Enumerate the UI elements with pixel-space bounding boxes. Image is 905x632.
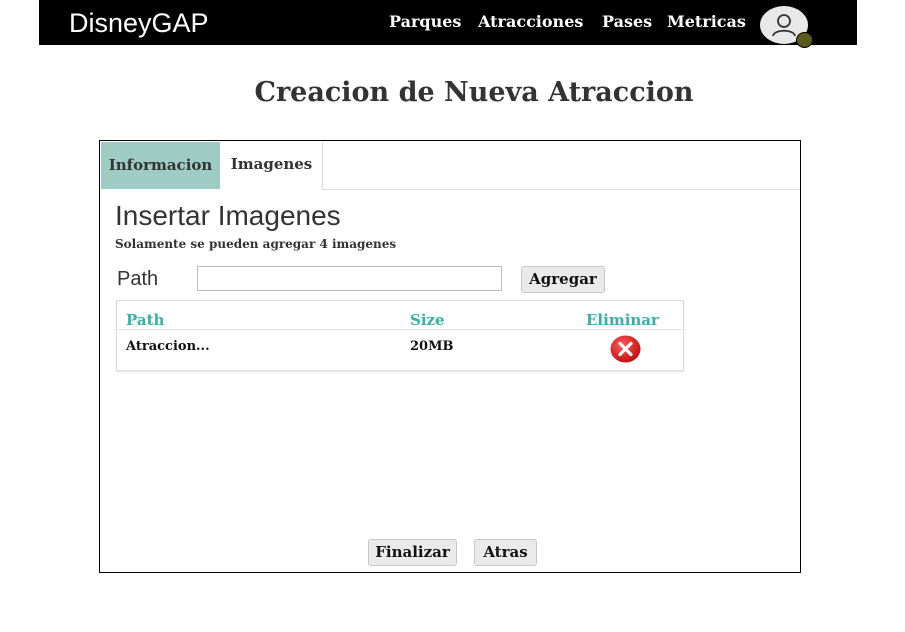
tab-divider (322, 189, 800, 190)
brand-logo[interactable]: DisneyGAP (69, 7, 209, 39)
path-input[interactable] (197, 266, 502, 291)
path-label: Path (117, 268, 159, 290)
section-title: Insertar Imagenes (115, 200, 341, 231)
top-navbar: DisneyGAP Parques Atracciones Pases Metr… (39, 0, 857, 48)
cell-size: 20MB (410, 339, 454, 354)
creation-panel: Informacion Imagenes Insertar Imagenes S… (99, 140, 801, 573)
close-circle-icon (610, 335, 641, 363)
tab-imagenes-label: Imagenes (230, 155, 313, 173)
page-title: Creacion de Nueva Atraccion (254, 77, 694, 108)
section-subtitle: Solamente se pueden agregar 4 imagenes (115, 237, 397, 251)
row-divider (117, 329, 683, 330)
add-button[interactable]: Agregar (521, 266, 605, 293)
column-header-eliminar: Eliminar (586, 311, 659, 329)
nav-parques[interactable]: Parques (389, 12, 461, 32)
nav-pases[interactable]: Pases (602, 12, 652, 32)
column-header-path: Path (126, 311, 165, 329)
nav-atracciones[interactable]: Atracciones (478, 12, 583, 32)
tab-informacion[interactable]: Informacion (101, 142, 220, 189)
nav-metricas[interactable]: Metricas (667, 12, 746, 32)
tab-imagenes[interactable]: Imagenes (221, 142, 323, 189)
status-badge (796, 32, 813, 48)
delete-button[interactable] (610, 335, 641, 363)
images-table: Path Size Eliminar Atraccion... 20MB (116, 300, 684, 371)
back-button[interactable]: Atras (474, 539, 537, 566)
column-header-size: Size (410, 311, 445, 329)
finish-button[interactable]: Finalizar (368, 539, 457, 566)
cell-path: Atraccion... (126, 339, 210, 354)
